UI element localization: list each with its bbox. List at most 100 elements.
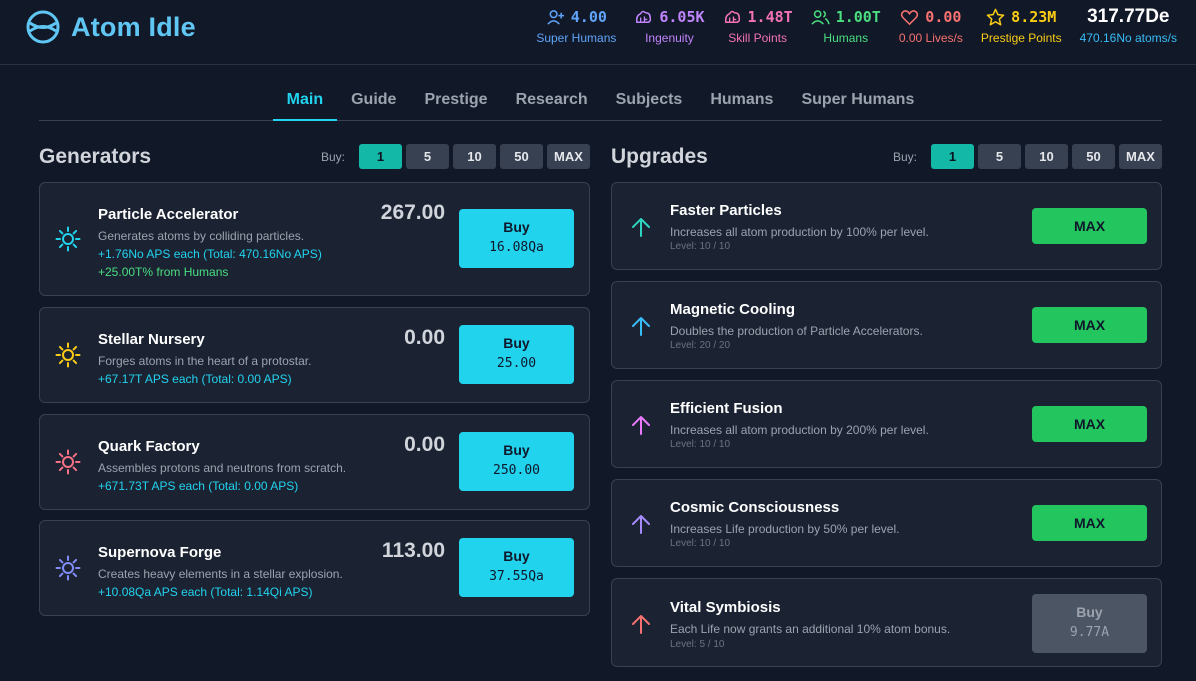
generator-aps: +67.17T APS each (Total: 0.00 APS) bbox=[98, 372, 292, 386]
buy-generator-button[interactable]: Buy 16.08Qa bbox=[459, 209, 574, 268]
upgrade-card: Magnetic Cooling Doubles the production … bbox=[611, 281, 1162, 369]
stat-value: 6.05K bbox=[659, 8, 705, 26]
star-icon bbox=[986, 8, 1005, 25]
generator-name: Stellar Nursery bbox=[98, 331, 205, 348]
stat-ingenuity: 6.05K Ingenuity bbox=[634, 6, 705, 45]
stat-label: Skill Points bbox=[728, 31, 787, 45]
upgrades-panel: Upgrades Buy: 1 5 10 50 MAX Faster Parti… bbox=[611, 142, 1162, 667]
buy-button-label: Buy bbox=[503, 219, 530, 235]
generators-buy-amount: Buy: 1 5 10 50 MAX bbox=[321, 144, 590, 169]
tab-prestige[interactable]: Prestige bbox=[410, 82, 501, 121]
buy-qty-1-button[interactable]: 1 bbox=[359, 144, 402, 169]
upgrade-description: Increases all atom production by 200% pe… bbox=[670, 423, 929, 437]
upgrade-description: Increases Life production by 50% per lev… bbox=[670, 522, 900, 536]
upgrade-card: Faster Particles Increases all atom prod… bbox=[611, 182, 1162, 270]
upgrade-name: Cosmic Consciousness bbox=[670, 499, 840, 516]
tab-humans[interactable]: Humans bbox=[696, 82, 787, 121]
sun-icon bbox=[55, 342, 81, 368]
generator-card: Supernova Forge Creates heavy elements i… bbox=[39, 520, 590, 616]
generator-owned-count: 0.00 bbox=[404, 433, 445, 456]
tab-guide[interactable]: Guide bbox=[337, 82, 410, 121]
brain-icon bbox=[724, 10, 740, 23]
buy-button-cost: 16.08Qa bbox=[489, 240, 544, 255]
upgrade-max-button[interactable]: MAX bbox=[1032, 208, 1147, 244]
upgrade-level: Level: 10 / 10 bbox=[670, 538, 731, 549]
main-tabs: Main Guide Prestige Research Subjects Hu… bbox=[39, 82, 1162, 121]
upgrade-level: Level: 20 / 20 bbox=[670, 340, 731, 351]
upgrade-max-button[interactable]: MAX bbox=[1032, 505, 1147, 541]
buy-qty-10-button[interactable]: 10 bbox=[1025, 144, 1068, 169]
stat-atoms: 317.77De 470.16No atoms/s bbox=[1080, 6, 1177, 45]
tab-subjects[interactable]: Subjects bbox=[602, 82, 697, 121]
buy-qty-max-button[interactable]: MAX bbox=[1119, 144, 1162, 169]
arrow-up-icon bbox=[632, 317, 650, 336]
upgrade-name: Efficient Fusion bbox=[670, 400, 783, 417]
stat-value: 1.00T bbox=[835, 8, 881, 26]
stat-super-humans: 4.00 Super Humans bbox=[536, 6, 616, 45]
upgrade-description: Each Life now grants an additional 10% a… bbox=[670, 622, 951, 636]
stat-skill-points: 1.48T Skill Points bbox=[723, 6, 793, 45]
generator-description: Forges atoms in the heart of a protostar… bbox=[98, 354, 312, 368]
stat-prestige-points: 8.23M Prestige Points bbox=[981, 6, 1062, 45]
sun-icon bbox=[55, 226, 81, 252]
generator-owned-count: 267.00 bbox=[380, 201, 445, 224]
upgrade-card: Cosmic Consciousness Increases Life prod… bbox=[611, 479, 1162, 567]
upgrade-buy-button[interactable]: Buy 9.77A bbox=[1032, 594, 1147, 653]
stat-label: Prestige Points bbox=[980, 31, 1062, 45]
atoms-per-second: 470.16No atoms/s bbox=[1079, 31, 1177, 45]
buy-button-cost: 25.00 bbox=[496, 356, 537, 371]
buy-button-cost: 9.77A bbox=[1069, 625, 1110, 640]
upgrade-name: Vital Symbiosis bbox=[670, 599, 781, 616]
stat-label: 0.00 Lives/s bbox=[898, 31, 963, 45]
generators-title: Generators bbox=[39, 145, 152, 168]
top-bar: Atom Idle 4.00 Super Humans 6.05K Ingenu… bbox=[0, 0, 1196, 65]
buy-button-label: Buy bbox=[503, 548, 530, 564]
stat-humans: 1.00T Humans bbox=[811, 6, 881, 45]
buy-button-label: Buy bbox=[1076, 604, 1103, 620]
buy-button-label: Buy bbox=[503, 442, 530, 458]
buy-qty-1-button[interactable]: 1 bbox=[931, 144, 974, 169]
stat-value: 4.00 bbox=[570, 8, 607, 26]
upgrade-level: Level: 10 / 10 bbox=[670, 241, 731, 252]
generator-description: Assembles protons and neutrons from scra… bbox=[98, 461, 347, 475]
generator-owned-count: 113.00 bbox=[381, 539, 445, 562]
upgrade-max-button[interactable]: MAX bbox=[1032, 406, 1147, 442]
buy-qty-50-button[interactable]: 50 bbox=[500, 144, 543, 169]
arrow-up-icon bbox=[632, 615, 650, 634]
upgrade-max-button[interactable]: MAX bbox=[1032, 307, 1147, 343]
buy-qty-5-button[interactable]: 5 bbox=[978, 144, 1021, 169]
heart-icon bbox=[901, 9, 919, 25]
buy-amount-label: Buy: bbox=[320, 149, 345, 164]
stat-lives: 0.00 0.00 Lives/s bbox=[899, 6, 963, 45]
stat-label: Super Humans bbox=[536, 31, 617, 45]
upgrades-buy-amount: Buy: 1 5 10 50 MAX bbox=[893, 144, 1162, 169]
buy-generator-button[interactable]: Buy 250.00 bbox=[459, 432, 574, 491]
generator-name: Particle Accelerator bbox=[98, 206, 239, 223]
buy-qty-10-button[interactable]: 10 bbox=[453, 144, 496, 169]
generators-panel: Generators Buy: 1 5 10 50 MAX Particle A… bbox=[39, 142, 590, 616]
buy-qty-max-button[interactable]: MAX bbox=[547, 144, 590, 169]
tab-research[interactable]: Research bbox=[502, 82, 602, 121]
buy-button-cost: 250.00 bbox=[493, 463, 540, 478]
arrow-up-icon bbox=[632, 218, 650, 237]
sun-icon bbox=[55, 449, 81, 475]
tab-main[interactable]: Main bbox=[272, 82, 338, 121]
atom-count: 317.77De bbox=[1087, 6, 1170, 27]
app-title: Atom Idle bbox=[71, 11, 196, 42]
generator-description: Generates atoms by colliding particles. bbox=[98, 229, 305, 243]
upgrade-name: Faster Particles bbox=[670, 202, 782, 219]
buy-generator-button[interactable]: Buy 37.55Qa bbox=[459, 538, 574, 597]
generator-name: Supernova Forge bbox=[98, 544, 222, 561]
arrow-up-icon bbox=[632, 416, 650, 435]
buy-generator-button[interactable]: Buy 25.00 bbox=[459, 325, 574, 384]
generator-description: Creates heavy elements in a stellar expl… bbox=[98, 567, 343, 581]
tab-super-humans[interactable]: Super Humans bbox=[787, 82, 928, 121]
buy-qty-5-button[interactable]: 5 bbox=[406, 144, 449, 169]
upgrade-card: Efficient Fusion Increases all atom prod… bbox=[611, 380, 1162, 468]
generator-card: Particle Accelerator Generates atoms by … bbox=[39, 182, 590, 296]
upgrades-title: Upgrades bbox=[611, 145, 708, 168]
stat-value: 8.23M bbox=[1011, 8, 1057, 26]
buy-qty-50-button[interactable]: 50 bbox=[1072, 144, 1115, 169]
stat-label: Ingenuity bbox=[645, 31, 694, 45]
generator-aps: +10.08Qa APS each (Total: 1.14Qi APS) bbox=[98, 585, 313, 599]
